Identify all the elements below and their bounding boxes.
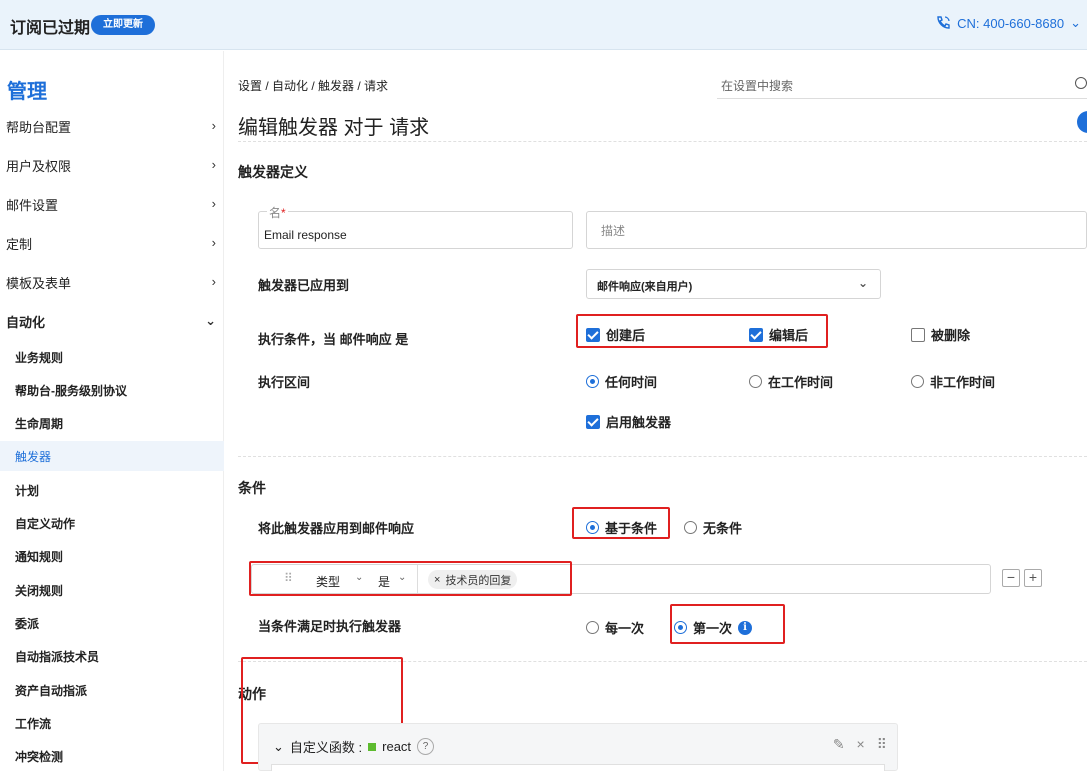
sidebar-sub-schedule[interactable]: 计划 xyxy=(0,475,224,505)
sidebar-sub-lifecycle[interactable]: 生命周期 xyxy=(0,408,224,438)
description-placeholder: 描述 xyxy=(601,224,626,238)
checkbox-unchecked-icon xyxy=(911,327,925,342)
page-title: 编辑触发器 对于 请求 xyxy=(238,117,430,139)
highlight-box-condition xyxy=(249,561,572,596)
sidebar-item-label: 定制 xyxy=(6,236,33,252)
phone-icon xyxy=(937,16,950,29)
sidebar-sub-sla[interactable]: 帮助台-服务级别协议 xyxy=(0,375,224,405)
divider xyxy=(238,456,1087,457)
close-icon[interactable]: × xyxy=(857,736,865,753)
main-content: 设置 / 自动化 / 触发器 / 请求 在设置中搜索 编辑触发器 对于 请求 触… xyxy=(225,51,1087,771)
sidebar-item-label: 模板及表单 xyxy=(6,275,72,291)
sidebar-item-customization[interactable]: 定制 › xyxy=(0,228,224,258)
sidebar-item-label: 邮件设置 xyxy=(6,197,59,213)
phone-contact[interactable]: CN: 400-660-8680 ⌄ xyxy=(935,15,1081,31)
interval-label: 执行区间 xyxy=(258,375,311,390)
sidebar-sub-closure-rules[interactable]: 关闭规则 xyxy=(0,575,224,605)
add-condition-button[interactable]: + xyxy=(1024,569,1042,587)
applied-to-label: 触发器已应用到 xyxy=(258,278,350,293)
breadcrumb: 设置 / 自动化 / 触发器 / 请求 xyxy=(238,79,389,93)
highlight-box-exec xyxy=(576,314,828,348)
sidebar-item-label: 帮助台配置 xyxy=(6,119,72,135)
chevron-down-icon: ⌄ xyxy=(857,276,868,290)
name-field-label: 名* xyxy=(267,204,288,221)
highlight-box-when xyxy=(670,604,785,644)
status-square-icon xyxy=(368,742,377,751)
checkbox-enable-trigger[interactable]: 启用触发器 xyxy=(586,412,671,431)
name-field-value: Email response xyxy=(264,228,347,242)
when-label: 当条件满足时执行触发器 xyxy=(258,619,402,634)
sidebar-sub-custom-actions[interactable]: 自定义动作 xyxy=(0,508,224,538)
phone-number: CN: 400-660-8680 xyxy=(957,15,1065,31)
chevron-right-icon: › xyxy=(211,235,216,250)
radio-unselected-icon xyxy=(684,521,697,534)
description-field[interactable]: 描述 xyxy=(586,211,1087,249)
chevron-down-icon: ⌄ xyxy=(1070,15,1081,30)
action-tools: ✎ × ⠿ xyxy=(833,736,887,753)
radio-unselected-icon xyxy=(749,375,762,388)
drag-handle-icon[interactable]: ⠿ xyxy=(877,736,887,753)
chevron-right-icon: › xyxy=(211,118,216,133)
chevron-right-icon: › xyxy=(211,274,216,289)
action-name: 自定义函数 : xyxy=(289,740,363,755)
checkbox-deleted[interactable]: 被删除 xyxy=(911,325,970,344)
radio-any-time[interactable]: 任何时间 xyxy=(586,372,657,391)
search-icon xyxy=(1075,77,1087,89)
exec-condition-label: 执行条件，当 邮件响应 是 xyxy=(258,332,409,347)
sidebar-heading: 管理 xyxy=(7,81,47,103)
remove-condition-button[interactable]: − xyxy=(1002,569,1020,587)
sidebar-sub-asset-auto-assign[interactable]: 资产自动指派 xyxy=(0,675,224,705)
search-placeholder: 在设置中搜索 xyxy=(721,79,794,93)
applied-to-select[interactable]: 邮件响应(来自用户) ⌄ xyxy=(586,269,881,299)
radio-no-conditions[interactable]: 无条件 xyxy=(684,518,742,537)
sidebar-item-templates-forms[interactable]: 模板及表单 › xyxy=(0,267,224,297)
section-title-conditions: 条件 xyxy=(238,480,266,496)
divider xyxy=(238,141,1087,142)
sidebar-item-helpdesk-config[interactable]: 帮助台配置 › xyxy=(0,111,224,141)
highlight-box-apply xyxy=(572,507,670,539)
sidebar-item-mail-settings[interactable]: 邮件设置 › xyxy=(0,189,224,219)
action-value: react xyxy=(382,739,412,754)
edit-icon[interactable]: ✎ xyxy=(833,736,845,753)
sidebar-item-label: 自动化 xyxy=(6,314,46,330)
radio-unselected-icon xyxy=(586,621,599,634)
radio-business-hours[interactable]: 在工作时间 xyxy=(749,372,833,391)
renew-now-button[interactable]: 立即更新 xyxy=(91,15,155,35)
sidebar-sub-conflict-detection[interactable]: 冲突检测 xyxy=(0,741,224,771)
chevron-down-icon: ⌄ xyxy=(205,313,216,328)
sidebar-sub-auto-assign-technician[interactable]: 自动指派技术员 xyxy=(0,641,224,671)
section-title-definition: 触发器定义 xyxy=(238,164,308,180)
radio-non-business-hours[interactable]: 非工作时间 xyxy=(911,372,995,391)
settings-search-input[interactable]: 在设置中搜索 xyxy=(717,71,1087,99)
sidebar-item-users-permissions[interactable]: 用户及权限 › xyxy=(0,150,224,180)
action-card[interactable]: ⌄ 自定义函数 : react ? ✎ × ⠿ xyxy=(258,723,898,771)
sidebar-sub-business-rules[interactable]: 业务规则 xyxy=(0,342,224,372)
chevron-down-icon[interactable]: ⌄ xyxy=(273,739,284,755)
sidebar-sub-workflow[interactable]: 工作流 xyxy=(0,708,224,738)
action-button[interactable] xyxy=(1077,111,1087,133)
sidebar-sub-triggers[interactable]: 触发器 xyxy=(0,441,224,471)
sidebar-item-label: 用户及权限 xyxy=(6,158,72,174)
sidebar-sub-notification-rules[interactable]: 通知规则 xyxy=(0,541,224,571)
chevron-right-icon: › xyxy=(211,157,216,172)
applied-to-value: 邮件响应(来自用户) xyxy=(597,281,693,293)
radio-unselected-icon xyxy=(911,375,924,388)
name-field[interactable]: 名* Email response xyxy=(258,204,573,249)
radio-selected-icon xyxy=(586,375,599,388)
apply-to-label: 将此触发器应用到邮件响应 xyxy=(258,521,415,536)
sidebar-sub-delegation[interactable]: 委派 xyxy=(0,608,224,638)
chevron-right-icon: › xyxy=(211,196,216,211)
checkbox-checked-icon xyxy=(586,414,600,429)
subscription-expired-title: 订阅已过期 xyxy=(10,20,91,37)
sidebar-item-automation[interactable]: 自动化 ⌄ xyxy=(0,306,224,336)
action-title[interactable]: ⌄ 自定义函数 : react ? xyxy=(273,737,435,756)
help-icon[interactable]: ? xyxy=(417,738,435,755)
top-bar: 订阅已过期 立即更新 CN: 400-660-8680 ⌄ xyxy=(0,0,1087,50)
action-body xyxy=(271,764,885,771)
radio-every-time[interactable]: 每一次 xyxy=(586,618,644,637)
sidebar: 管理 帮助台配置 › 用户及权限 › 邮件设置 › 定制 › 模板及表单 › 自… xyxy=(0,51,224,771)
